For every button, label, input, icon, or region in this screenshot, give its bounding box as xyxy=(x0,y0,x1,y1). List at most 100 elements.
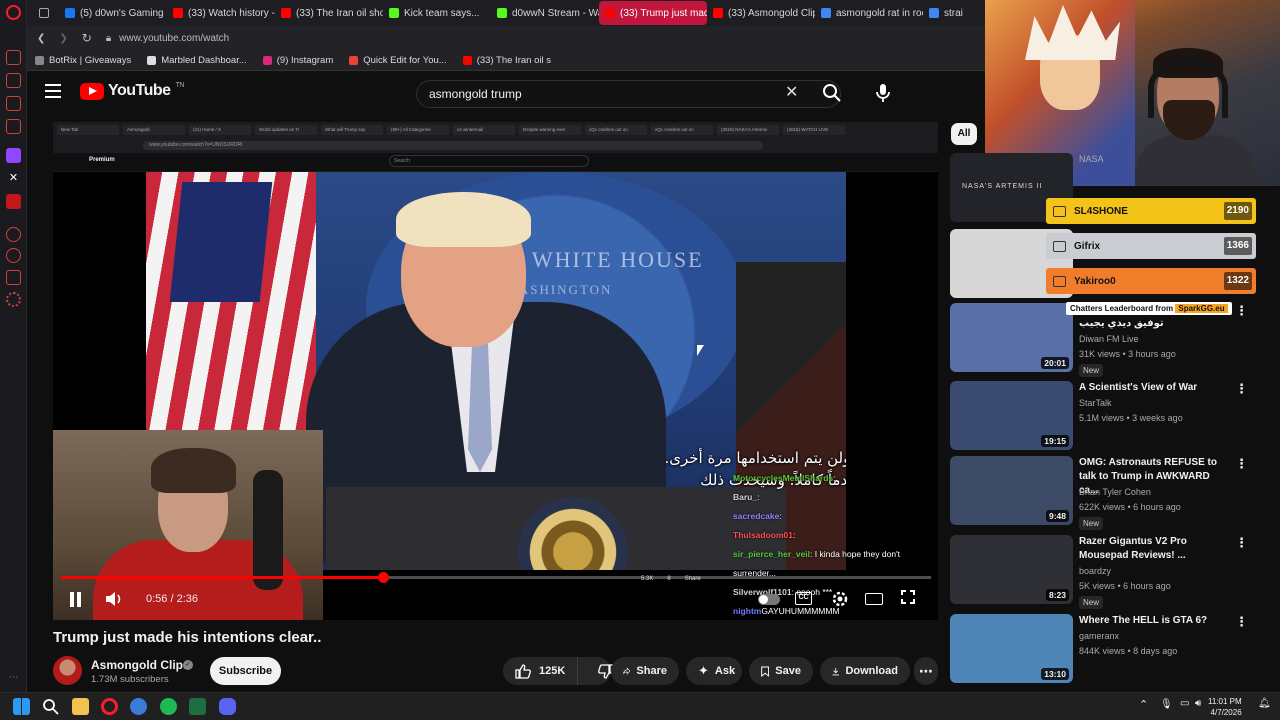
filter-chip-all[interactable]: All xyxy=(951,123,977,145)
volume-icon[interactable] xyxy=(105,591,123,607)
share-button[interactable]: Share xyxy=(611,657,679,685)
aria-icon[interactable] xyxy=(6,73,21,88)
browser-tab[interactable]: (33) Trump just made xyxy=(599,1,707,25)
clear-search-icon[interactable]: ✕ xyxy=(785,82,798,102)
embedded-tab-strip: New Tab Asmongold (21) Home / X World updat… xyxy=(53,125,938,137)
downloads-icon[interactable] xyxy=(6,270,21,285)
speed-dial-icon[interactable] xyxy=(6,50,21,65)
pause-icon[interactable] xyxy=(69,592,83,607)
menu-icon[interactable] xyxy=(45,84,65,100)
tray-speaker-icon[interactable]: 🔊︎ xyxy=(1195,698,1201,709)
back-icon[interactable]: ❮ xyxy=(37,33,45,44)
bookmark-item[interactable]: BotRix | Giveaways xyxy=(35,55,131,66)
clock-time: 11:01 PM xyxy=(1208,697,1242,706)
taskbar-search-icon[interactable] xyxy=(42,698,59,715)
windows-start-icon[interactable] xyxy=(13,698,30,715)
bookmark-item[interactable]: Quick Edit for You... xyxy=(349,55,447,66)
tab-favicon-icon xyxy=(821,8,831,18)
more-options-icon[interactable]: ⋮ xyxy=(1235,456,1248,472)
forward-icon[interactable]: ❯ xyxy=(59,33,67,44)
settings-icon[interactable] xyxy=(831,590,849,608)
reload-icon[interactable]: ↻ xyxy=(82,31,92,45)
more-actions-icon[interactable]: ⋯ xyxy=(914,657,938,685)
search-input[interactable]: asmongold trump xyxy=(416,80,841,108)
recommendation-item[interactable]: 19:15 A Scientist's View of War StarTalk 5.… xyxy=(950,381,1250,451)
tray-clock[interactable]: 11:01 PM 4/7/2026 xyxy=(1208,696,1242,718)
url-field[interactable]: www.youtube.com/watch xyxy=(119,33,229,44)
recommendation-title[interactable]: Razer Gigantus V2 Pro Mousepad Reviews! … xyxy=(1079,535,1229,563)
theater-mode-icon[interactable] xyxy=(865,593,883,605)
video-thumbnail[interactable]: 19:15 xyxy=(950,381,1073,450)
recommendation-title[interactable]: Where The HELL is GTA 6? xyxy=(1079,614,1229,628)
excel-icon[interactable] xyxy=(189,698,206,715)
file-explorer-icon[interactable] xyxy=(72,698,89,715)
like-button[interactable]: 125K xyxy=(503,657,579,685)
captions-icon[interactable]: CC xyxy=(795,592,812,605)
bookmark-icon xyxy=(761,666,770,677)
bookmark-item[interactable]: (33) The Iran oil s xyxy=(462,55,551,66)
save-button[interactable]: Save xyxy=(749,657,813,685)
spotify-icon[interactable] xyxy=(160,698,177,715)
embedded-url: www.youtube.com/watch?v=UNOSURDRI xyxy=(143,141,763,150)
autoplay-toggle[interactable] xyxy=(758,594,780,605)
search-icon[interactable] xyxy=(822,83,842,103)
scrubber-handle[interactable] xyxy=(377,572,389,583)
recommendation-channel[interactable]: boardzy xyxy=(1079,566,1111,576)
bookmark-item[interactable]: (9) Instagram xyxy=(262,55,333,66)
browser-tab[interactable]: (33) The Iran oil shoc xyxy=(275,1,383,25)
recommendation-channel[interactable]: Diwan FM Live xyxy=(1079,334,1139,344)
browser-tab[interactable]: d0wwN Stream - Wa xyxy=(491,1,599,25)
browser-sidebar: ✕ ⋯ xyxy=(0,0,27,692)
youtube-logo[interactable]: YouTube TN xyxy=(80,82,184,100)
more-options-icon[interactable]: ⋮ xyxy=(1235,614,1248,630)
youtube-icon[interactable] xyxy=(6,194,21,209)
clock-icon[interactable] xyxy=(6,248,21,263)
more-options-icon[interactable]: ⋮ xyxy=(1235,535,1248,551)
recommendation-title[interactable]: A Scientist's View of War xyxy=(1079,381,1229,395)
browser-tab[interactable]: (5) d0wn's Gaming C xyxy=(59,1,167,25)
video-player[interactable]: New Tab Asmongold (21) Home / X World updat… xyxy=(53,122,938,620)
browser-tab[interactable]: (33) Asmongold Clip xyxy=(707,1,815,25)
video-thumbnail[interactable]: 8:23 xyxy=(950,535,1073,604)
twitch-icon[interactable] xyxy=(6,148,21,163)
more-icon[interactable]: ⋯ xyxy=(6,672,21,687)
channel-name[interactable]: Asmongold Clips xyxy=(91,658,190,672)
tray-mic-icon[interactable]: 🎙︎ xyxy=(1160,699,1173,710)
settings-gear-icon[interactable] xyxy=(6,292,21,307)
subscribe-button[interactable]: Subscribe xyxy=(210,657,281,685)
video-thumbnail[interactable]: 9:48 xyxy=(950,456,1073,525)
bookmark-item[interactable]: Marbled Dashboar... xyxy=(147,55,247,66)
embedded-tab: (21) Home / X xyxy=(189,125,251,135)
tab-0[interactable] xyxy=(33,1,59,25)
history-icon[interactable] xyxy=(6,227,21,242)
recommendation-item[interactable]: 9:48 OMG: Astronauts REFUSE to talk to Tr… xyxy=(950,456,1250,530)
video-thumbnail[interactable]: 13:10 xyxy=(950,614,1073,683)
discord-icon[interactable] xyxy=(219,698,236,715)
ask-button[interactable]: ✦ Ask xyxy=(686,657,742,685)
opera-logo-icon[interactable] xyxy=(6,5,21,20)
opera-browser-icon[interactable] xyxy=(101,698,118,715)
x-icon[interactable]: ✕ xyxy=(6,171,21,186)
notifications-icon[interactable]: 🔔︎ xyxy=(1258,698,1271,709)
app-icon[interactable] xyxy=(130,698,147,715)
tray-chevron-icon[interactable]: ⌃ xyxy=(1139,698,1148,711)
recommendation-item[interactable]: 8:23 Razer Gigantus V2 Pro Mousepad Revie… xyxy=(950,535,1250,609)
browser-tab[interactable]: Kick team says... xyxy=(383,1,491,25)
recommendation-channel[interactable]: gameranx xyxy=(1079,631,1119,641)
tray-network-icon[interactable]: ▭ xyxy=(1180,698,1189,709)
recommendation-channel[interactable]: NASA xyxy=(1079,154,1104,164)
browser-tab[interactable]: asmongold rat in roo xyxy=(815,1,923,25)
fullscreen-icon[interactable] xyxy=(900,589,916,605)
recommendation-channel[interactable]: Brian Tyler Cohen xyxy=(1079,487,1151,497)
recommendation-channel[interactable]: StarTalk xyxy=(1079,398,1112,408)
recommendation-item[interactable]: 13:10 Where The HELL is GTA 6? gameranx 844… xyxy=(950,614,1250,684)
download-button[interactable]: Download xyxy=(820,657,910,685)
instagram-icon[interactable] xyxy=(6,119,21,134)
channel-avatar[interactable] xyxy=(53,656,82,685)
more-options-icon[interactable]: ⋮ xyxy=(1235,381,1248,397)
browser-tab[interactable]: strai xyxy=(923,1,963,25)
browser-tab[interactable]: (33) Watch history - xyxy=(167,1,275,25)
microphone-icon[interactable] xyxy=(871,81,895,105)
messenger-icon[interactable] xyxy=(6,96,21,111)
progress-bar[interactable] xyxy=(61,572,931,583)
